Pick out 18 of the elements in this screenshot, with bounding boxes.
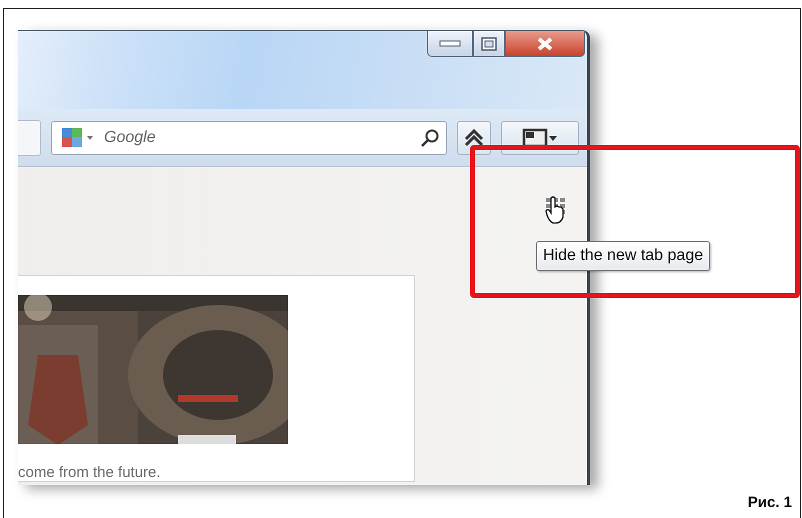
thumbnail-caption: come from the future. (18, 464, 162, 481)
search-field[interactable]: Google (102, 128, 414, 148)
close-button[interactable] (505, 31, 585, 57)
maximize-button[interactable] (473, 31, 505, 57)
search-engine-icon (60, 126, 96, 150)
tooltip: Hide the new tab page (536, 241, 710, 271)
close-icon (535, 36, 555, 52)
home-icon (464, 128, 484, 146)
window-dropdown-icon (522, 128, 558, 148)
hand-cursor-icon (544, 196, 566, 224)
thumbnail-card[interactable]: come from the future. (18, 275, 415, 482)
minimize-icon (439, 40, 461, 48)
home-button[interactable] (457, 120, 491, 154)
minimize-button[interactable] (427, 31, 473, 57)
search-bar[interactable]: Google (51, 120, 447, 154)
maximize-icon (481, 36, 497, 50)
figure-caption: Рис. 1 (748, 494, 792, 511)
search-icon[interactable] (420, 128, 440, 148)
